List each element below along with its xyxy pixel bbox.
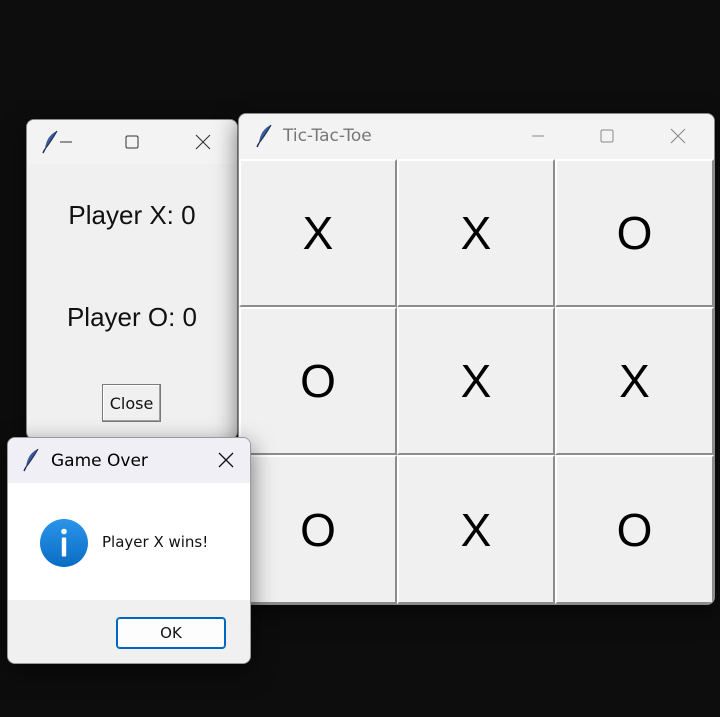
minimize-button[interactable] <box>515 116 561 156</box>
maximize-button[interactable] <box>584 116 630 156</box>
board-cell-1-0[interactable]: O <box>239 307 397 455</box>
scores-window: Player X: 0 Player O: 0 Close <box>26 119 238 440</box>
dialog-message: Player X wins! <box>102 533 209 551</box>
board-cell-0-2[interactable]: O <box>555 159 714 307</box>
maximize-button[interactable] <box>109 122 155 162</box>
close-dialog-button[interactable] <box>203 440 249 480</box>
game-over-dialog: Game Over Player X wins! OK <box>7 437 251 664</box>
minimize-icon <box>532 135 544 137</box>
close-icon <box>670 128 686 144</box>
ok-button[interactable]: OK <box>116 617 226 649</box>
close-icon <box>195 134 211 150</box>
board-cell-2-1[interactable]: X <box>397 455 555 604</box>
close-window-button[interactable] <box>180 122 226 162</box>
feather-icon <box>256 124 272 148</box>
close-window-button[interactable] <box>655 116 701 156</box>
dialog-title: Game Over <box>51 451 148 471</box>
maximize-icon <box>125 135 139 149</box>
board-cell-2-2[interactable]: O <box>555 455 714 604</box>
board-cell-0-1[interactable]: X <box>397 159 555 307</box>
player-x-score: Player X: 0 <box>68 200 196 230</box>
minimize-button[interactable] <box>43 122 89 162</box>
game-board: X X O O X X O X O <box>239 159 714 604</box>
game-window: Tic-Tac-Toe X X O O X X O X O <box>238 113 715 605</box>
player-o-score: Player O: 0 <box>66 302 198 332</box>
close-button[interactable]: Close <box>102 384 161 422</box>
scores-titlebar[interactable] <box>27 120 237 164</box>
dialog-titlebar[interactable]: Game Over <box>8 438 250 483</box>
close-icon <box>218 452 234 468</box>
board-cell-1-2[interactable]: X <box>555 307 714 455</box>
minimize-icon <box>60 141 72 143</box>
board-cell-1-1[interactable]: X <box>397 307 555 455</box>
board-cell-0-0[interactable]: X <box>239 159 397 307</box>
maximize-icon <box>600 129 614 143</box>
window-title: Tic-Tac-Toe <box>283 126 372 146</box>
info-icon <box>40 519 88 567</box>
game-titlebar[interactable]: Tic-Tac-Toe <box>239 114 714 159</box>
feather-icon <box>23 448 39 472</box>
board-cell-2-0[interactable]: O <box>239 455 397 604</box>
